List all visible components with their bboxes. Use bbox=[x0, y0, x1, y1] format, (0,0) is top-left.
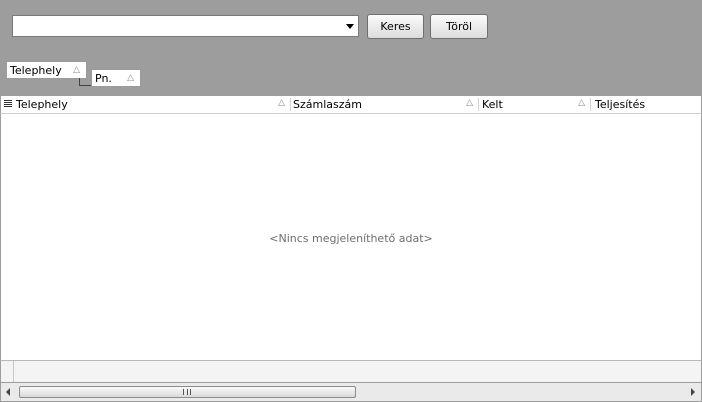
filter-toolbar: Keres Töröl Telephely △ Pn. △ bbox=[0, 0, 702, 96]
scrollbar-thumb[interactable] bbox=[19, 386, 356, 398]
row-selector-icon[interactable] bbox=[4, 100, 12, 109]
group-by-chip-label: Telephely bbox=[10, 63, 62, 77]
search-button[interactable]: Keres bbox=[367, 14, 424, 39]
scroll-left-arrow-icon[interactable] bbox=[6, 388, 10, 396]
group-by-chip-pn[interactable]: Pn. △ bbox=[91, 69, 141, 87]
column-header-kelt[interactable]: Kelt △ bbox=[479, 96, 591, 113]
sort-asc-icon: △ bbox=[578, 98, 585, 108]
grid-header-row: Telephely △ Számlaszám △ Kelt △ Teljesít… bbox=[0, 96, 702, 114]
column-header-teljesites[interactable]: Teljesítés bbox=[591, 96, 701, 113]
search-combobox[interactable] bbox=[12, 15, 359, 37]
column-header-szamlaszam[interactable]: Számlaszám △ bbox=[291, 96, 479, 113]
footer-separator bbox=[13, 361, 14, 382]
invoice-grid-window: Keres Töröl Telephely △ Pn. △ Telephely … bbox=[0, 0, 702, 402]
search-input[interactable] bbox=[16, 19, 336, 33]
grid-footer-row bbox=[0, 360, 702, 382]
grip-icon bbox=[183, 389, 191, 395]
clear-button[interactable]: Töröl bbox=[430, 14, 488, 39]
column-header-label: Kelt bbox=[482, 98, 503, 111]
column-header-label: Teljesítés bbox=[595, 98, 646, 111]
group-by-chip-telephely[interactable]: Telephely △ bbox=[6, 61, 87, 79]
horizontal-scrollbar[interactable] bbox=[0, 382, 702, 402]
sort-asc-icon: △ bbox=[73, 65, 80, 75]
sort-asc-icon: △ bbox=[127, 73, 134, 83]
grid-body: <Nincs megjeleníthető adat> bbox=[0, 114, 702, 360]
group-by-chip-label: Pn. bbox=[95, 71, 112, 85]
column-header-telephely[interactable]: Telephely △ bbox=[15, 96, 291, 113]
column-header-label: Telephely bbox=[16, 98, 68, 111]
sort-asc-icon: △ bbox=[278, 98, 285, 108]
chevron-down-icon[interactable] bbox=[346, 24, 354, 29]
empty-grid-message: <Nincs megjeleníthető adat> bbox=[269, 232, 433, 245]
scroll-right-arrow-icon[interactable] bbox=[691, 388, 695, 396]
column-header-label: Számlaszám bbox=[293, 98, 362, 111]
group-connector-line bbox=[79, 78, 91, 86]
sort-asc-icon: △ bbox=[466, 98, 473, 108]
